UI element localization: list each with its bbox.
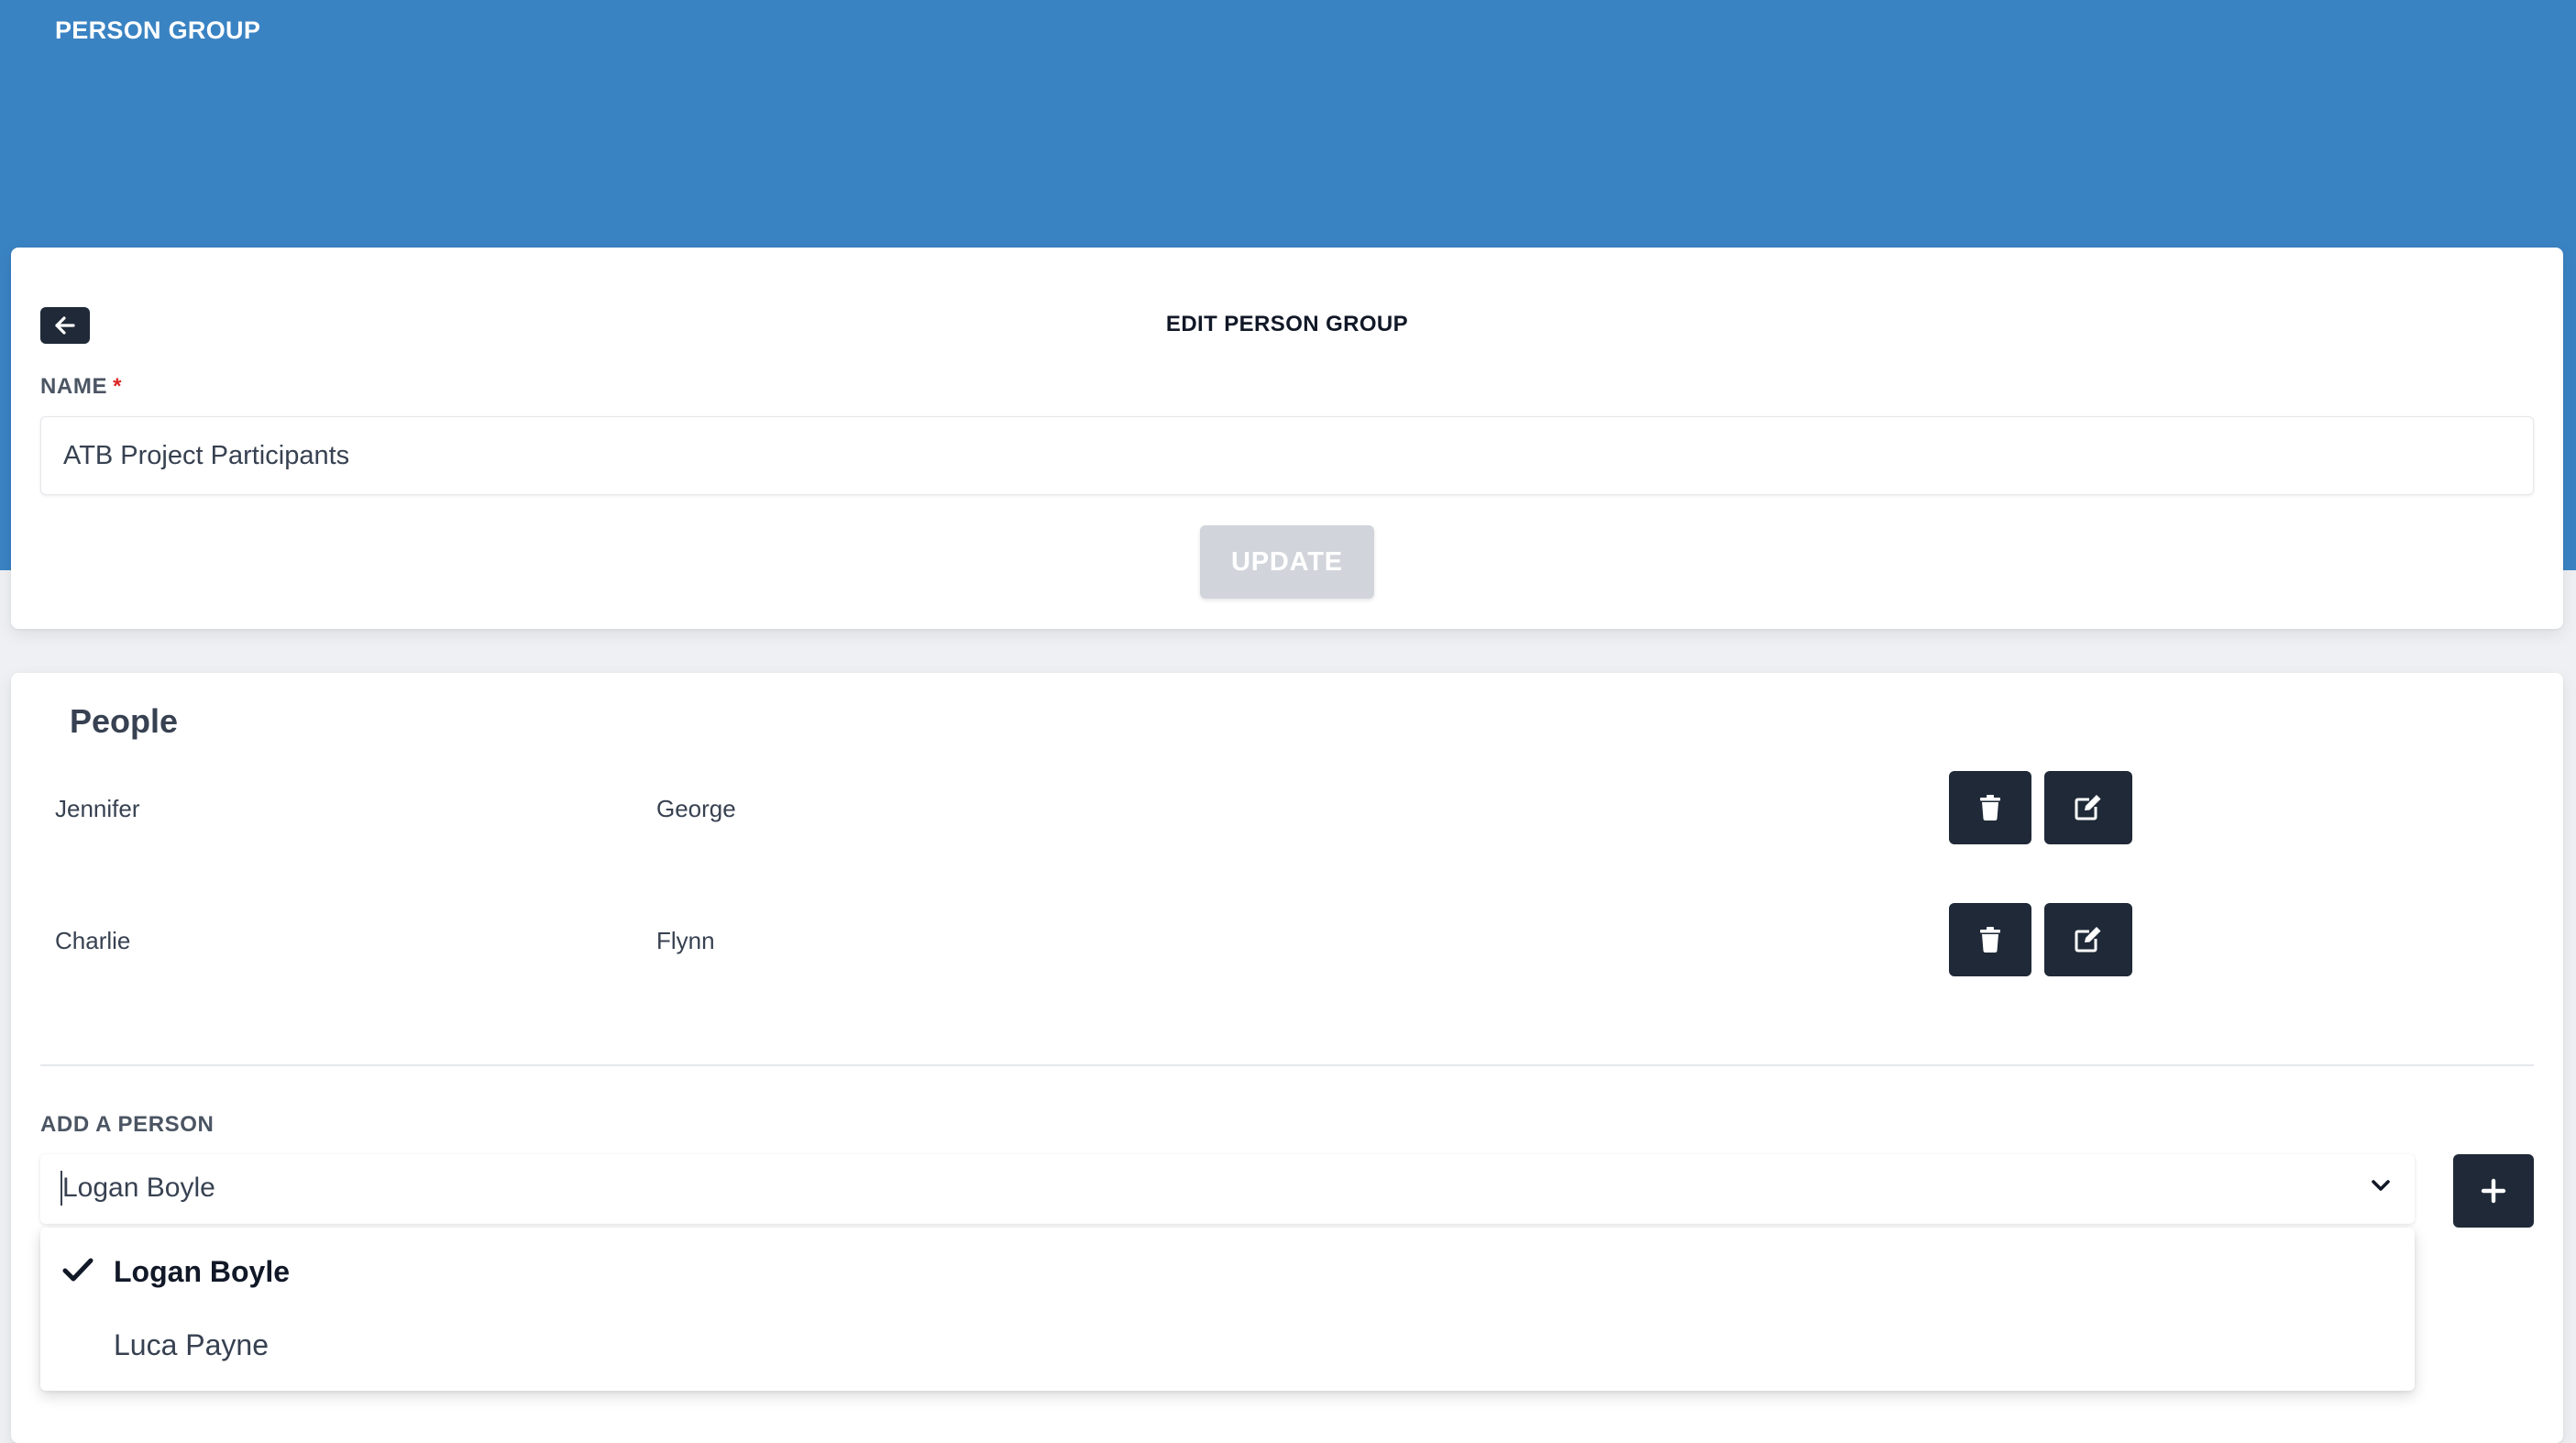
person-row: Jennifer George bbox=[11, 771, 2563, 844]
trash-icon bbox=[1980, 927, 2000, 953]
edit-icon bbox=[2075, 795, 2101, 821]
add-person-select-value: Logan Boyle bbox=[62, 1173, 215, 1203]
people-section-title: People bbox=[70, 702, 179, 740]
section-divider bbox=[40, 1064, 2534, 1066]
edit-person-button[interactable] bbox=[2044, 903, 2132, 976]
page-header-title: PERSON GROUP bbox=[55, 17, 261, 44]
add-person-select[interactable]: Logan Boyle bbox=[40, 1154, 2415, 1224]
name-input[interactable] bbox=[40, 416, 2534, 495]
edit-icon bbox=[2075, 927, 2101, 953]
person-option-label: Luca Payne bbox=[114, 1328, 270, 1361]
delete-person-button[interactable] bbox=[1949, 903, 2031, 976]
name-label-text: NAME bbox=[40, 374, 108, 399]
trash-icon bbox=[1980, 795, 2000, 821]
person-last-name: George bbox=[656, 795, 736, 822]
required-mark: * bbox=[113, 374, 123, 399]
person-option-label: Logan Boyle bbox=[114, 1255, 291, 1288]
person-last-name: Flynn bbox=[656, 927, 715, 954]
chevron-down-icon bbox=[2372, 1180, 2390, 1191]
plus-icon bbox=[2481, 1178, 2506, 1204]
delete-person-button[interactable] bbox=[1949, 771, 2031, 844]
person-first-name: Charlie bbox=[55, 927, 131, 954]
add-person-label: ADD A PERSON bbox=[40, 1112, 215, 1137]
edit-person-button[interactable] bbox=[2044, 771, 2132, 844]
add-person-button[interactable] bbox=[2453, 1154, 2534, 1228]
person-row: Charlie Flynn bbox=[11, 903, 2563, 976]
update-button[interactable]: UPDATE bbox=[1200, 525, 1374, 599]
edit-person-group-card: EDIT PERSON GROUP NAME* UPDATE bbox=[11, 248, 2563, 629]
person-first-name: Jennifer bbox=[55, 795, 140, 822]
edit-card-title: EDIT PERSON GROUP bbox=[1165, 312, 1409, 336]
person-option[interactable]: Luca Payne bbox=[40, 1310, 2415, 1383]
person-option[interactable]: Logan Boyle bbox=[40, 1237, 2415, 1310]
name-label: NAME * bbox=[40, 374, 122, 400]
check-icon bbox=[62, 1258, 94, 1282]
person-options-dropdown: Logan Boyle Luca Payne bbox=[40, 1228, 2415, 1391]
